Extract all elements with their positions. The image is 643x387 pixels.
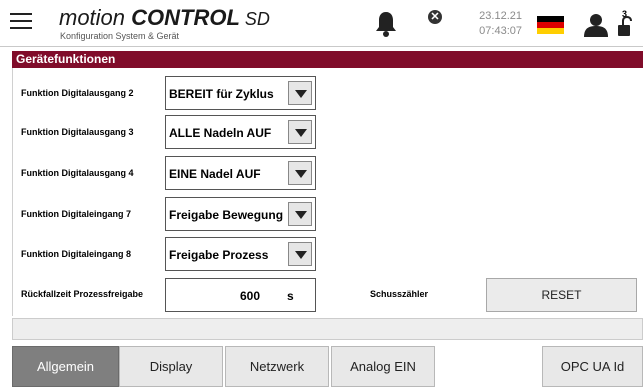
shot-counter-label: Schusszähler [370,289,429,299]
brand-part-1: motion [59,5,132,30]
tab-display[interactable]: Display [119,346,223,387]
chevron-down-icon[interactable] [288,202,312,226]
select-value: Freigabe Bewegung [169,208,284,222]
row-label-digital-output-2: Funktion Digitalausgang 2 [21,88,134,98]
header-bar: motion CONTROL SD Konfiguration System &… [0,0,643,47]
user-icon[interactable] [584,13,608,37]
digital-input-8-select[interactable]: Freigabe Prozess [165,237,316,271]
section-title: Gerätefunktionen [12,51,643,68]
date-display: 23.12.21 [479,10,522,22]
chevron-down-icon[interactable] [288,120,312,144]
row-label-digital-input-8: Funktion Digitaleingang 8 [21,249,131,259]
lock-icon[interactable] [617,15,635,37]
select-value: EINE Nadel AUF [169,167,261,181]
chevron-down-icon[interactable] [288,242,312,266]
reset-button[interactable]: RESET [486,278,637,312]
select-value: BEREIT für Zyklus [169,87,274,101]
app-subtitle: Konfiguration System & Gerät [60,31,180,41]
digital-input-7-select[interactable]: Freigabe Bewegung [165,197,316,231]
status-bar [12,318,643,340]
fallback-time-value: 600 [239,289,260,303]
tab-opc-ua-id[interactable]: OPC UA Id [542,346,643,387]
bell-icon[interactable] [374,10,398,38]
brand-part-3: SD [239,9,270,29]
digital-output-4-select[interactable]: EINE Nadel AUF [165,156,316,190]
tab-analog-ein[interactable]: Analog EIN [331,346,435,387]
tab-allgemein[interactable]: Allgemein [12,346,119,387]
time-display: 07:43:07 [479,25,522,37]
select-value: Freigabe Prozess [169,248,269,262]
error-icon[interactable]: ✕ [428,10,442,24]
select-value: ALLE Nadeln AUF [169,126,272,140]
row-label-digital-output-4: Funktion Digitalausgang 4 [21,168,134,178]
fallback-time-unit: s [287,289,294,303]
tab-bar: Allgemein Display Netzwerk Analog EIN OP… [0,343,643,387]
row-label-fallback-time: Rückfallzeit Prozessfreigabe [21,289,144,299]
row-label-digital-output-3: Funktion Digitalausgang 3 [21,127,134,137]
app-title: motion CONTROL SD [59,5,270,31]
chevron-down-icon[interactable] [288,81,312,105]
digital-output-3-select[interactable]: ALLE Nadeln AUF [165,115,316,149]
row-label-digital-input-7: Funktion Digitaleingang 7 [21,209,131,219]
menu-icon[interactable] [10,13,32,31]
fallback-time-input[interactable]: 600 s [165,278,316,312]
tab-netzwerk[interactable]: Netzwerk [225,346,329,387]
brand-part-2: CONTROL [131,5,240,30]
chevron-down-icon[interactable] [288,161,312,185]
flag-germany-icon[interactable] [537,16,564,34]
digital-output-2-select[interactable]: BEREIT für Zyklus [165,76,316,110]
